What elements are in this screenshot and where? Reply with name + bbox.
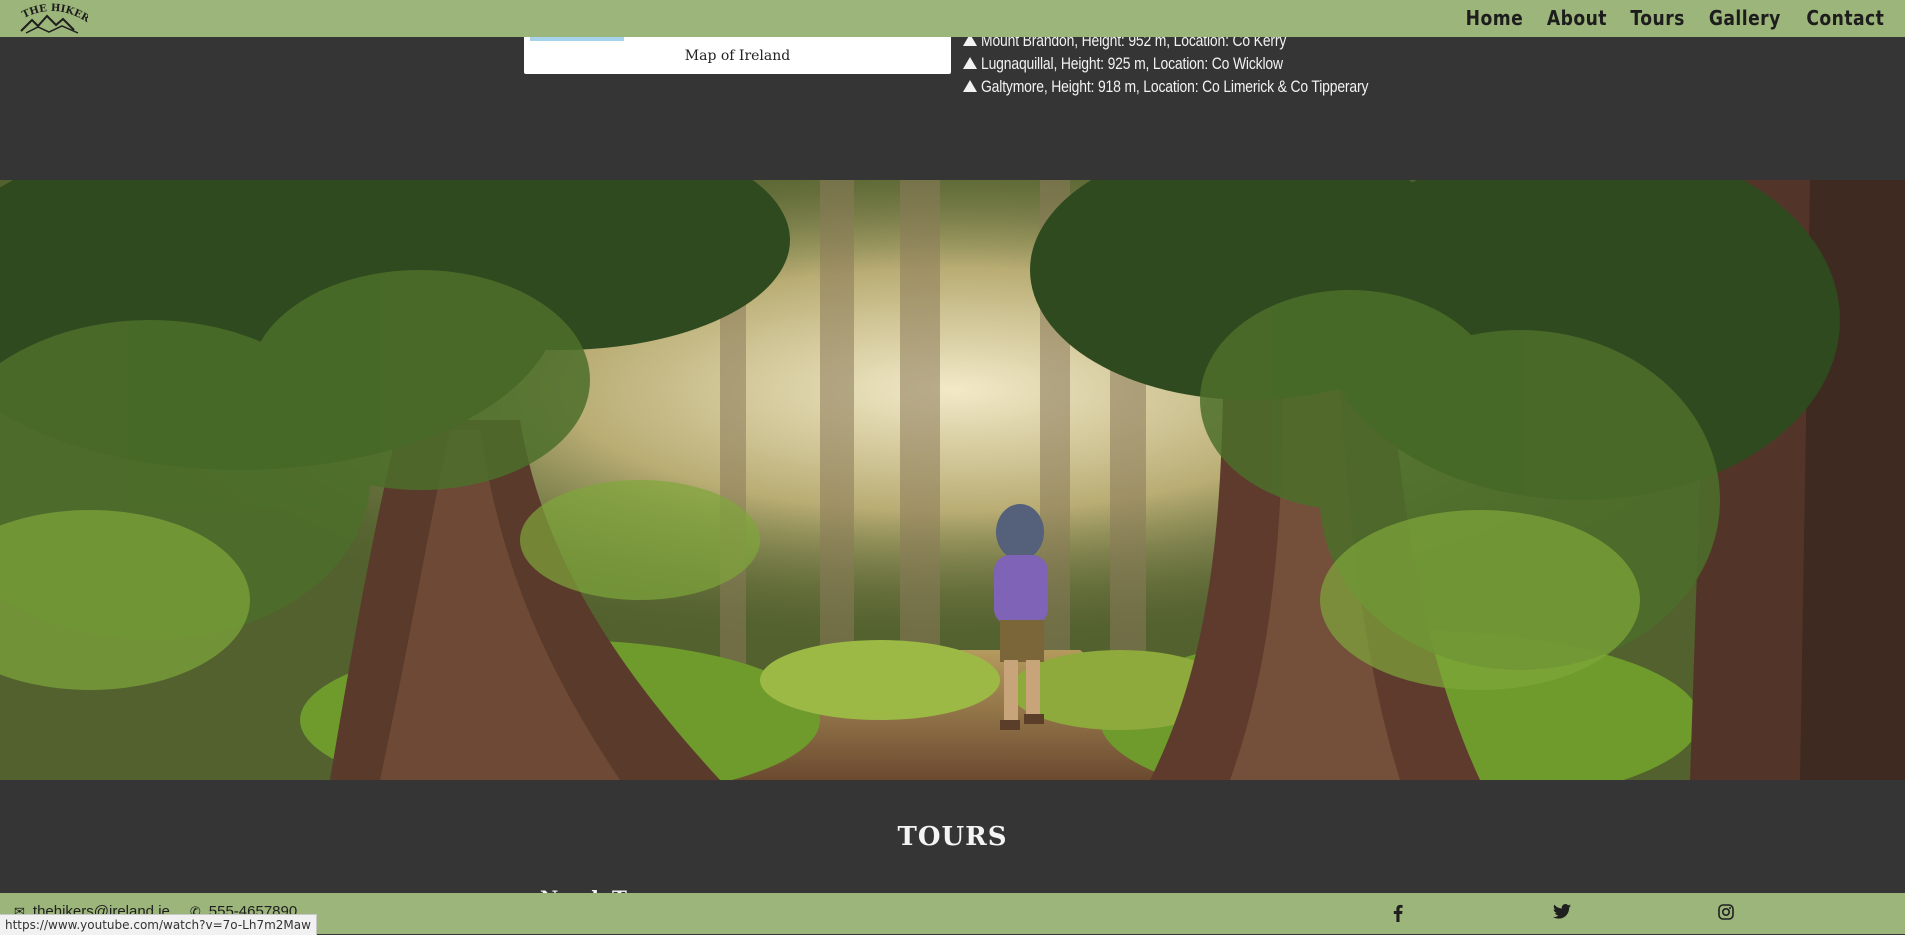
section-title-tours: TOURS — [897, 822, 1008, 852]
status-url-bar: https://www.youtube.com/watch?v=7o-Lh7m2… — [0, 914, 317, 935]
list-item: Lugnaquillal, Height: 925 m, Location: C… — [963, 52, 1453, 75]
nav-home[interactable]: Home — [1465, 0, 1523, 37]
top-navbar: THE HIKERS Home About Tours Gallery Cont… — [0, 0, 1905, 37]
list-item: Galtymore, Height: 918 m, Location: Co L… — [963, 75, 1453, 98]
nav-gallery[interactable]: Gallery — [1709, 0, 1781, 37]
hero-forest-image — [0, 180, 1905, 780]
mountain-icon — [963, 79, 977, 92]
mountains-logo-icon: THE HIKERS — [16, 3, 88, 34]
map-caption: Map of Ireland — [684, 48, 791, 64]
nav-tours[interactable]: Tours — [1630, 0, 1684, 37]
nav-contact[interactable]: Contact — [1807, 0, 1885, 37]
forest-illustration — [0, 180, 1905, 780]
twitter-icon[interactable] — [1553, 904, 1571, 919]
nav-about[interactable]: About — [1547, 0, 1607, 37]
brand-logo[interactable]: THE HIKERS — [16, 0, 88, 37]
peak-list: Mount Brandon, Height: 952 m, Location: … — [963, 29, 1453, 98]
mountain-icon — [963, 56, 977, 69]
facebook-icon[interactable] — [1393, 904, 1403, 922]
instagram-icon[interactable] — [1718, 904, 1734, 920]
main-nav: Home About Tours Gallery Contact — [1461, 0, 1891, 37]
